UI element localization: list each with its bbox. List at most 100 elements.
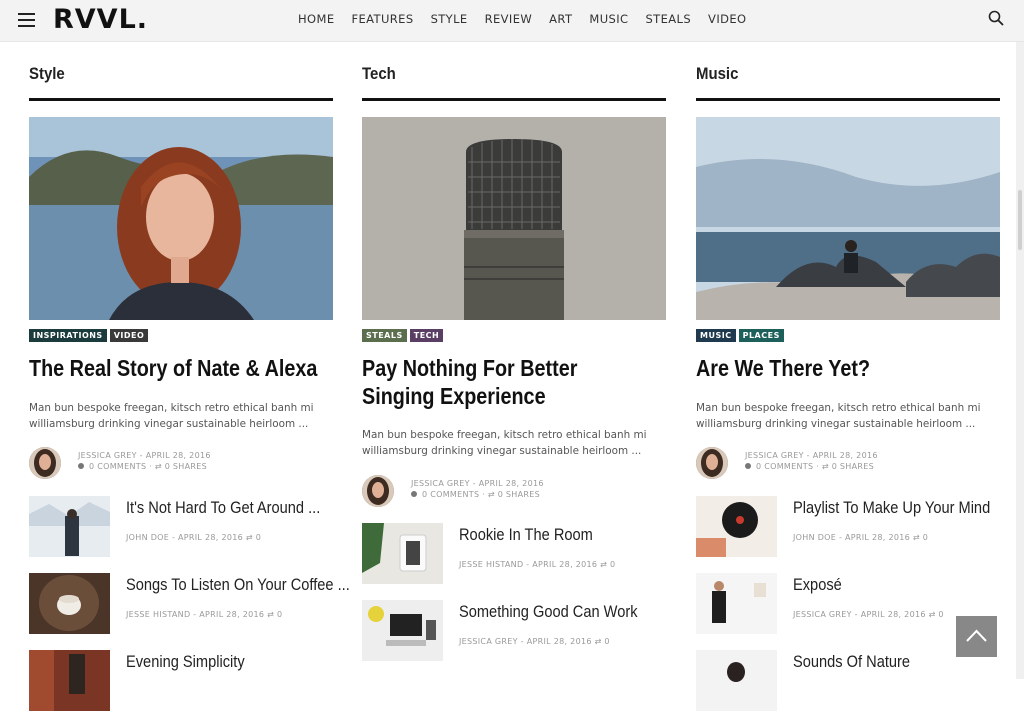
tag-inspirations[interactable]: INSPIRATIONS [29,329,107,342]
comment-icon [745,463,751,469]
author-meta: JESSICA GREY - APRIL 28, 2016 [745,451,878,460]
social-meta: 0 COMMENTS · ⇄ 0 SHARES [78,462,207,471]
item-meta: JESSE HISTAND - APRIL 28, 2016 ⇄ 0 [459,560,616,569]
thumbnail[interactable] [362,523,443,584]
article-excerpt: Man bun bespoke freegan, kitsch retro et… [362,429,647,457]
article-headline[interactable]: Are We There Yet? [696,354,997,382]
tag-list: STEALS TECH [362,329,444,342]
tag-list: INSPIRATIONS VIDEO [29,329,149,342]
top-bar: RVVL. HOME FEATURES STYLE REVIEW ART MUS… [0,0,1024,42]
hero-image[interactable] [29,117,333,320]
item-meta: JOHN DOE - APRIL 28, 2016 ⇄ 0 [126,533,262,542]
item-title[interactable]: It's Not Hard To Get Around ... [126,498,320,518]
menu-icon[interactable] [18,13,35,27]
item-title[interactable]: Songs To Listen On Your Coffee ... [126,575,350,595]
thumbnail[interactable] [696,496,777,557]
phone-photo-icon [362,523,443,584]
evening-photo-icon [29,650,110,711]
thumbnail[interactable] [696,573,777,634]
microphone-photo-icon [362,117,666,320]
nav-review[interactable]: REVIEW [485,12,533,26]
nav-art[interactable]: ART [549,12,572,26]
author-meta: JESSICA GREY - APRIL 28, 2016 [78,451,211,460]
item-title[interactable]: Something Good Can Work [459,602,638,622]
list-item[interactable]: Something Good Can Work JESSICA GREY - A… [362,600,666,661]
snow-photo-icon [29,496,110,557]
tag-video[interactable]: VIDEO [109,329,149,342]
nav-home[interactable]: HOME [298,12,335,26]
article-headline[interactable]: The Real Story of Nate & Alexa [29,354,330,382]
social-meta: 0 COMMENTS · ⇄ 0 SHARES [745,462,874,471]
thumbnail[interactable] [29,573,110,634]
article-excerpt: Man bun bespoke freegan, kitsch retro et… [29,402,314,430]
comment-icon [411,491,417,497]
nature-photo-icon [696,650,777,711]
column-divider [362,98,666,101]
column-title[interactable]: Tech [362,64,396,84]
nav-features[interactable]: FEATURES [352,12,414,26]
avatar[interactable] [696,447,728,479]
thumbnail[interactable] [696,650,777,711]
author-block: JESSICA GREY - APRIL 28, 2016 0 COMMENTS… [362,475,666,509]
item-meta: JOHN DOE - APRIL 28, 2016 ⇄ 0 [793,533,929,542]
coffee-photo-icon [29,573,110,634]
tag-list: MUSIC PLACES [696,329,784,342]
item-meta: JESSICA GREY - APRIL 28, 2016 ⇄ 0 [793,610,944,619]
nav-style[interactable]: STYLE [431,12,468,26]
item-title[interactable]: Playlist To Make Up Your Mind [793,498,990,518]
tag-places[interactable]: PLACES [738,329,784,342]
social-meta-text: 0 COMMENTS · ⇄ 0 SHARES [756,462,874,471]
article-excerpt: Man bun bespoke freegan, kitsch retro et… [696,402,981,430]
list-item[interactable]: It's Not Hard To Get Around ... JOHN DOE… [29,496,333,557]
desk-photo-icon [362,600,443,661]
item-title[interactable]: Evening Simplicity [126,652,245,672]
item-meta: JESSICA GREY - APRIL 28, 2016 ⇄ 0 [459,637,610,646]
tag-tech[interactable]: TECH [409,329,444,342]
tag-steals[interactable]: STEALS [362,329,407,342]
list-item[interactable]: Evening Simplicity [29,650,333,711]
nav-music[interactable]: MUSIC [589,12,628,26]
thumbnail[interactable] [362,600,443,661]
scrollbar-thumb[interactable] [1018,190,1022,250]
column-title[interactable]: Music [696,64,738,84]
author-block: JESSICA GREY - APRIL 28, 2016 0 COMMENTS… [696,447,1000,481]
main-nav: HOME FEATURES STYLE REVIEW ART MUSIC STE… [298,12,763,26]
social-meta-text: 0 COMMENTS · ⇄ 0 SHARES [422,490,540,499]
column-divider [696,98,1000,101]
social-meta: 0 COMMENTS · ⇄ 0 SHARES [411,490,540,499]
author-block: JESSICA GREY - APRIL 28, 2016 0 COMMENTS… [29,447,333,481]
hero-image[interactable] [696,117,1000,320]
author-meta: JESSICA GREY - APRIL 28, 2016 [411,479,544,488]
item-meta: JESSE HISTAND - APRIL 28, 2016 ⇄ 0 [126,610,283,619]
vinyl-photo-icon [696,496,777,557]
comment-icon [78,463,84,469]
chevron-up-icon [966,629,987,642]
column-divider [29,98,333,101]
item-title[interactable]: Sounds Of Nature [793,652,910,672]
thumbnail[interactable] [29,650,110,711]
column-title[interactable]: Style [29,64,65,84]
search-icon[interactable] [988,10,1004,26]
avatar[interactable] [362,475,394,507]
avatar[interactable] [29,447,61,479]
social-meta-text: 0 COMMENTS · ⇄ 0 SHARES [89,462,207,471]
nav-steals[interactable]: STEALS [645,12,691,26]
list-item[interactable]: Playlist To Make Up Your Mind JOHN DOE -… [696,496,1000,557]
coast-photo-icon [696,117,1000,320]
portrait-photo-icon [29,117,333,320]
hero-image[interactable] [362,117,666,320]
list-item[interactable]: Exposé JESSICA GREY - APRIL 28, 2016 ⇄ 0 [696,573,1000,634]
list-item[interactable]: Rookie In The Room JESSE HISTAND - APRIL… [362,523,666,584]
nav-video[interactable]: VIDEO [708,12,746,26]
scrollbar-track[interactable] [1016,42,1024,679]
person-photo-icon [696,573,777,634]
list-item[interactable]: Songs To Listen On Your Coffee ... JESSE… [29,573,350,634]
list-item[interactable]: Sounds Of Nature [696,650,1000,711]
site-logo[interactable]: RVVL. [53,4,148,35]
tag-music[interactable]: MUSIC [696,329,736,342]
item-title[interactable]: Exposé [793,575,842,595]
article-headline[interactable]: Pay Nothing For Better Singing Experienc… [362,354,654,410]
thumbnail[interactable] [29,496,110,557]
back-to-top-button[interactable] [956,616,997,657]
item-title[interactable]: Rookie In The Room [459,525,593,545]
